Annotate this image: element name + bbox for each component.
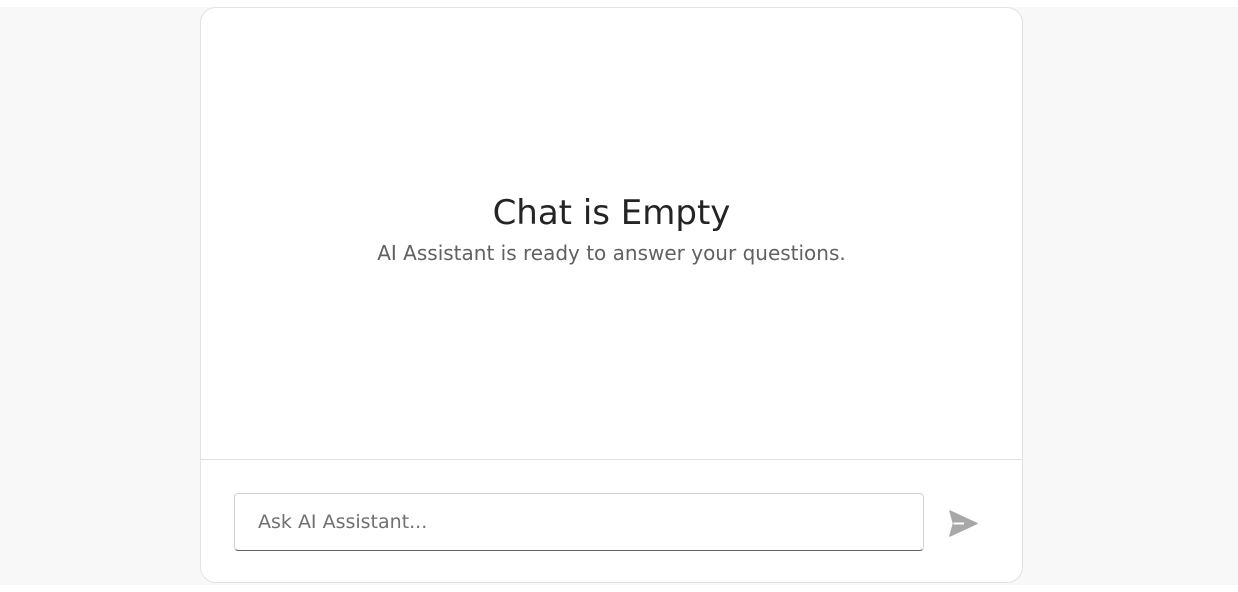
send-button[interactable] — [943, 507, 983, 543]
chat-input[interactable] — [235, 494, 923, 550]
chat-input-field[interactable] — [234, 493, 924, 551]
empty-state: Chat is Empty AI Assistant is ready to a… — [201, 8, 1022, 460]
message-composer — [201, 460, 1022, 582]
empty-state-title: Chat is Empty — [492, 193, 731, 233]
empty-state-subtitle: AI Assistant is ready to answer your que… — [377, 241, 846, 265]
chat-panel: Chat is Empty AI Assistant is ready to a… — [200, 7, 1023, 583]
send-icon — [948, 510, 978, 540]
